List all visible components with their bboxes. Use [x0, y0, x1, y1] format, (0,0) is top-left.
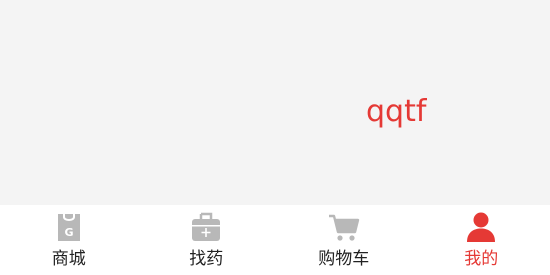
- shopping-bag-icon: G: [52, 210, 86, 244]
- tab-mine[interactable]: 我的: [413, 205, 550, 275]
- app-window: qqtf G 商城 找药 购物车 我的: [0, 0, 550, 275]
- medicine-kit-icon: [189, 210, 223, 244]
- tab-find-medicine[interactable]: 找药: [138, 205, 276, 275]
- main-content: qqtf: [0, 0, 550, 205]
- tab-label: 购物车: [318, 249, 370, 269]
- cart-icon: [327, 210, 361, 244]
- svg-text:G: G: [64, 226, 73, 239]
- user-icon: [464, 210, 498, 244]
- tab-label: 找药: [189, 249, 224, 269]
- tab-label: 商城: [51, 249, 86, 269]
- center-text: qqtf: [366, 94, 427, 129]
- tab-mall[interactable]: G 商城: [0, 205, 138, 275]
- bottom-tab-bar: G 商城 找药 购物车 我的: [0, 205, 550, 275]
- tab-label: 我的: [464, 249, 499, 269]
- tab-cart[interactable]: 购物车: [275, 205, 413, 275]
